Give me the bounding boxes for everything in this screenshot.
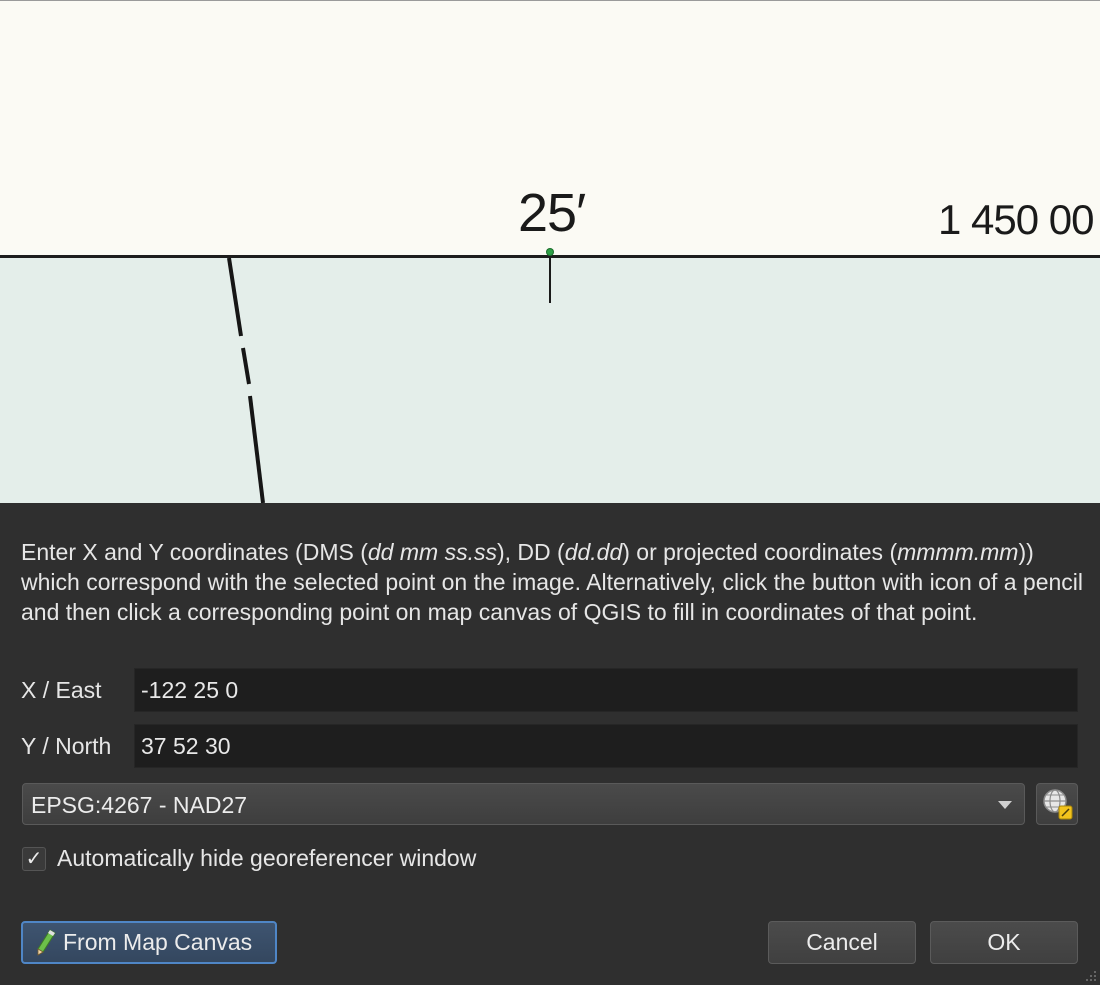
auto-hide-checkbox[interactable]: ✓ (22, 847, 46, 871)
ok-button[interactable]: OK (930, 921, 1078, 964)
from-map-canvas-button[interactable]: From Map Canvas (21, 921, 277, 964)
projection-globe-icon (1043, 789, 1073, 820)
chevron-down-icon (998, 801, 1012, 809)
crs-select-value: EPSG:4267 - NAD27 (31, 792, 248, 818)
check-icon: ✓ (25, 848, 43, 870)
selected-gcp-point[interactable] (547, 249, 553, 255)
crs-select[interactable]: EPSG:4267 - NAD27 (22, 783, 1025, 825)
y-north-label: Y / North (21, 733, 112, 759)
cancel-button[interactable]: Cancel (768, 921, 916, 964)
resize-grip-icon[interactable] (1083, 968, 1097, 982)
x-east-input[interactable] (134, 668, 1078, 712)
auto-hide-label: Automatically hide georeferencer window (57, 845, 477, 871)
map-tick-mark (549, 256, 551, 303)
crs-selector-button[interactable] (1036, 783, 1078, 825)
map-canvas[interactable]: 25′ 1 450 00 (0, 0, 1100, 503)
from-map-canvas-label: From Map Canvas (63, 929, 253, 955)
y-north-input[interactable] (134, 724, 1078, 768)
pencil-icon (37, 929, 56, 956)
instructions-text: Enter X and Y coordinates (DMS (dd mm ss… (21, 539, 1083, 625)
coordinate-dialog: Enter X and Y coordinates (DMS (dd mm ss… (0, 503, 1100, 985)
latitude-tick-label: 25′ (518, 183, 586, 243)
x-east-label: X / East (21, 677, 102, 703)
easting-tick-label: 1 450 00 (938, 196, 1094, 243)
